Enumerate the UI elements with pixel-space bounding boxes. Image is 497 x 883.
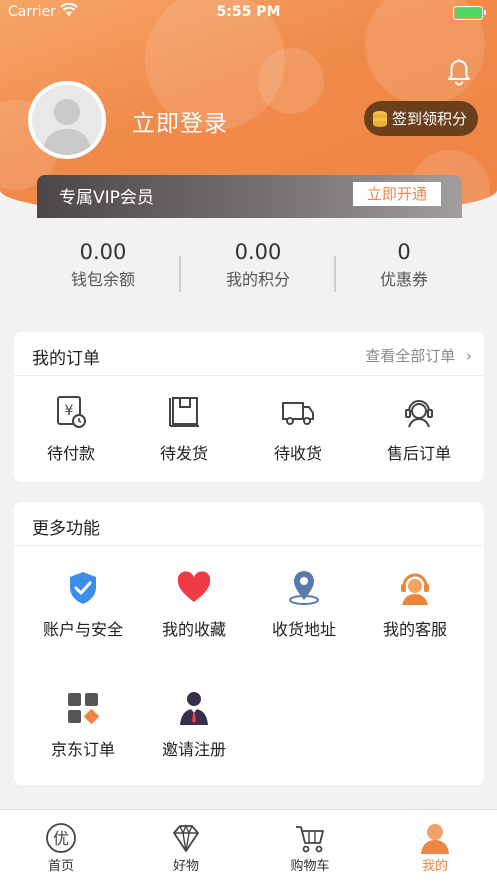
truck-icon	[282, 402, 314, 425]
stat-label: 我的积分	[225, 270, 290, 289]
tab-label: 购物车	[290, 859, 330, 874]
orders-title: 我的订单	[32, 349, 100, 369]
function-address[interactable]: 收货地址	[249, 570, 359, 640]
function-customer-service[interactable]: 我的客服	[360, 570, 470, 640]
vip-banner: 专属VIP会员 立即开通	[37, 175, 462, 218]
status-bar: Carrier 5:55 PM	[0, 0, 497, 26]
function-item-label: 账户与安全	[42, 620, 123, 639]
tab-cart[interactable]: 购物车	[260, 822, 360, 874]
diamond-icon	[173, 824, 199, 852]
avatar[interactable]	[28, 81, 106, 159]
cart-icon	[296, 826, 324, 853]
order-pending-payment[interactable]: ¥ 待付款	[16, 394, 126, 464]
function-item-label: 邀请注册	[161, 740, 226, 759]
account-stats: 0.00 钱包余额 0.00 我的积分 0 优惠券	[0, 240, 497, 305]
vip-open-button[interactable]: 立即开通	[353, 182, 441, 206]
function-item-label: 京东订单	[50, 740, 115, 759]
checkin-label: 签到领积分	[392, 110, 468, 128]
clock: 5:55 PM	[216, 4, 281, 20]
order-after-sales[interactable]: 售后订单	[364, 394, 474, 464]
payment-pending-icon: ¥	[57, 396, 86, 428]
svg-text:¥: ¥	[65, 403, 74, 419]
stat-value: 0	[397, 240, 411, 264]
stat-value: 0.00	[79, 240, 127, 264]
function-favorites[interactable]: 我的收藏	[139, 570, 249, 640]
orders-card: 我的订单 查看全部订单 › ¥ 待付款 待发货 待收货 售后订单	[14, 332, 484, 482]
default-user-icon	[42, 99, 92, 155]
order-pending-receipt[interactable]: 待收货	[243, 394, 353, 464]
divider	[14, 375, 484, 376]
headset-icon	[401, 573, 429, 605]
order-item-label: 待发货	[159, 444, 208, 463]
vip-label: 专属VIP会员	[59, 188, 154, 208]
tab-goods[interactable]: 好物	[136, 822, 236, 874]
tab-label: 我的	[421, 859, 448, 874]
order-item-label: 售后订单	[386, 444, 451, 463]
tab-profile[interactable]: 我的	[385, 822, 485, 874]
battery-icon	[453, 6, 486, 20]
order-item-label: 待付款	[46, 444, 95, 463]
grid-apps-icon	[68, 693, 99, 724]
function-invite[interactable]: 邀请注册	[139, 690, 249, 760]
stat-label: 钱包余额	[70, 270, 135, 289]
function-account-security[interactable]: 账户与安全	[28, 570, 138, 640]
heart-icon	[177, 571, 211, 602]
invite-person-icon	[180, 692, 208, 725]
tab-label: 好物	[172, 859, 199, 874]
divider	[14, 545, 484, 546]
profile-icon	[421, 824, 449, 854]
chevron-right-icon: ›	[466, 347, 472, 365]
stat-coupons[interactable]: 0 优惠券	[321, 240, 487, 290]
tab-bar: 优 首页 好物 购物车 我的	[0, 809, 497, 883]
function-jd-orders[interactable]: 京东订单	[28, 690, 138, 760]
stat-value: 0.00	[234, 240, 282, 264]
view-all-orders-link[interactable]: 查看全部订单 ›	[365, 345, 472, 366]
function-item-label: 我的收藏	[161, 620, 226, 639]
function-item-label: 收货地址	[271, 620, 336, 639]
bell-icon[interactable]	[446, 58, 472, 86]
functions-title: 更多功能	[32, 519, 100, 539]
location-pin-icon	[289, 571, 319, 605]
svg-text:优: 优	[53, 829, 69, 848]
tab-label: 首页	[47, 859, 74, 874]
stat-points[interactable]: 0.00 我的积分	[175, 240, 341, 290]
function-item-label: 我的客服	[382, 620, 447, 639]
shield-icon	[70, 572, 96, 604]
functions-card: 更多功能 账户与安全 我的收藏 收货地址 我的客服 京东订单 邀请注册	[14, 502, 484, 785]
view-all-label: 查看全部订单	[365, 347, 456, 365]
order-item-label: 待收货	[273, 444, 322, 463]
login-link[interactable]: 立即登录	[132, 104, 228, 138]
discount-icon: 优	[46, 823, 76, 853]
coin-stack-icon	[373, 110, 387, 127]
decor-bubble	[258, 48, 324, 114]
customer-service-icon	[405, 400, 433, 428]
checkin-button[interactable]: 签到领积分	[364, 101, 478, 136]
stat-label: 优惠券	[379, 270, 428, 289]
stat-wallet[interactable]: 0.00 钱包余额	[20, 240, 186, 290]
tab-home[interactable]: 优 首页	[11, 822, 111, 874]
package-icon	[169, 397, 199, 427]
order-pending-shipment[interactable]: 待发货	[129, 394, 239, 464]
